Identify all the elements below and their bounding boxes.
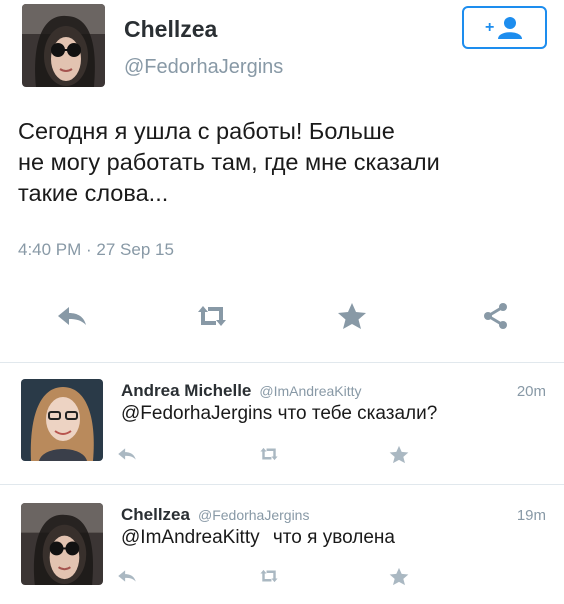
reply-handle[interactable]: @FedorhaJergins [198, 507, 310, 523]
reply-author[interactable]: Chellzea @FedorhaJergins [121, 505, 309, 525]
tweet-text-line: такие слова... [18, 180, 169, 206]
favorite-button[interactable] [386, 563, 412, 589]
reply-button[interactable] [52, 296, 92, 336]
share-button[interactable] [476, 296, 516, 336]
reply-actions [0, 563, 564, 593]
favorite-button[interactable] [386, 441, 412, 467]
tweet-actions [0, 296, 564, 346]
share-icon [484, 303, 507, 329]
tweet-text: Сегодня я ушла с работы! Больше не могу … [18, 116, 548, 209]
favorite-button[interactable] [332, 296, 372, 336]
tweet-text-line: не могу работать там, где мне сказали [18, 149, 440, 175]
reply-icon [118, 448, 136, 460]
reply-display-name[interactable]: Chellzea [121, 505, 190, 524]
reply-message: что тебе сказали? [277, 403, 438, 424]
reply-icon [118, 570, 136, 582]
favorite-star-icon [389, 445, 409, 463]
reply-message: что я уволена [272, 527, 395, 548]
reply-text: @ImAndreaKitty что я уволена [121, 527, 395, 549]
tweet-text-line: Сегодня я ушла с работы! Больше [18, 118, 395, 144]
retweet-button[interactable] [256, 563, 282, 589]
svg-text:+: + [485, 19, 494, 36]
favorite-star-icon [389, 567, 409, 585]
reply-time[interactable]: 19m [517, 507, 546, 524]
add-user-icon: + [485, 16, 522, 39]
favorite-star-icon [338, 303, 366, 329]
follow-button[interactable]: + [462, 6, 547, 49]
retweet-button[interactable] [256, 441, 282, 467]
retweet-icon [260, 569, 278, 583]
reply-icon [58, 307, 86, 325]
handle[interactable]: @FedorhaJergins [124, 56, 283, 79]
avatar[interactable] [22, 4, 105, 87]
reply-button[interactable] [114, 563, 140, 589]
retweet-icon [198, 306, 226, 326]
reply-handle[interactable]: @ImAndreaKitty [259, 383, 361, 399]
reply-button[interactable] [114, 441, 140, 467]
display-name[interactable]: Chellzea [124, 16, 217, 43]
reply-author[interactable]: Andrea Michelle @ImAndreaKitty [121, 381, 362, 401]
mention-link[interactable]: @ImAndreaKitty [121, 527, 260, 548]
reply-text: @FedorhaJergins что тебе сказали? [121, 403, 437, 425]
reply-display-name[interactable]: Andrea Michelle [121, 381, 251, 400]
timestamp[interactable]: 4:40 PM · 27 Sep 15 [18, 240, 174, 260]
reply-actions [0, 441, 564, 471]
reply-tweet: Andrea Michelle @ImAndreaKitty 20m @Fedor… [0, 363, 564, 483]
main-tweet: Chellzea @FedorhaJergins + Сегодня я ушл… [0, 0, 564, 362]
retweet-icon [260, 447, 278, 461]
reply-time[interactable]: 20m [517, 383, 546, 400]
retweet-button[interactable] [192, 296, 232, 336]
mention-link[interactable]: @FedorhaJergins [121, 403, 272, 424]
reply-tweet: Chellzea @FedorhaJergins 19m @ImAndreaKit… [0, 485, 564, 604]
